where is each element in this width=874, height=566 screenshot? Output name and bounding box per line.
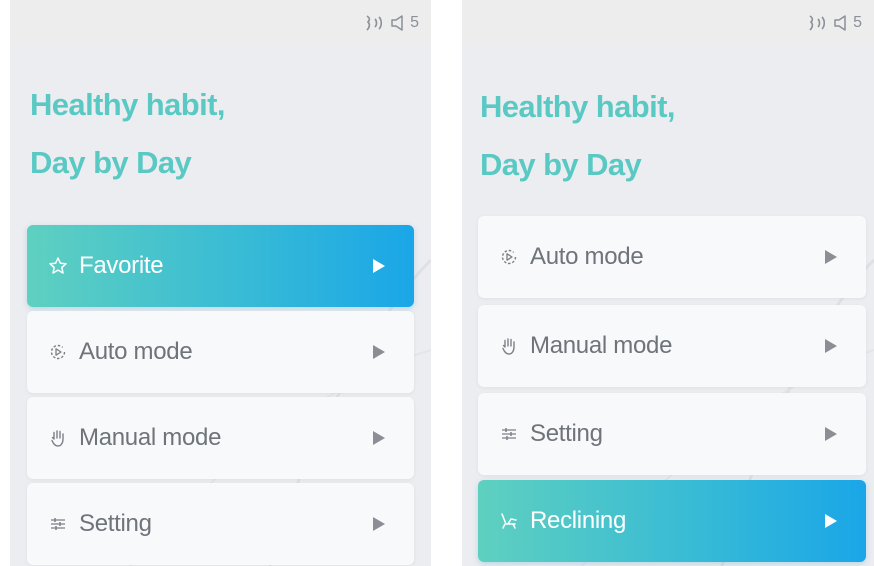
voice-wave-icon[interactable]: [807, 14, 829, 32]
headline-line2: Day by Day: [30, 145, 192, 180]
menu-item-favorite[interactable]: Favorite: [27, 225, 414, 307]
menu-item-setting[interactable]: Setting: [478, 393, 866, 475]
headline: Healthy habit, Day by Day: [480, 78, 675, 194]
headline-line1: Healthy habit,: [480, 89, 675, 124]
status-bar: 5: [462, 0, 874, 46]
status-icons: 5: [807, 14, 862, 32]
menu-item-auto-mode[interactable]: Auto mode: [27, 311, 414, 393]
play-arrow-icon: [372, 516, 386, 532]
headline-line2: Day by Day: [480, 147, 642, 182]
menu-item-label: Setting: [79, 510, 152, 537]
menu-item-label: Auto mode: [530, 243, 644, 270]
volume-level: 5: [410, 14, 419, 31]
headline: Healthy habit, Day by Day: [30, 76, 225, 192]
menu-item-manual-mode[interactable]: Manual mode: [478, 305, 866, 387]
recline-icon: [498, 510, 520, 532]
right-screen: 5 Healthy habit, Day by Day Auto mode Ma…: [462, 0, 874, 566]
play-arrow-icon: [372, 430, 386, 446]
headline-line1: Healthy habit,: [30, 87, 225, 122]
menu-item-label: Manual mode: [530, 332, 673, 359]
play-arrow-icon: [824, 249, 838, 265]
play-arrow-icon: [824, 426, 838, 442]
voice-wave-icon[interactable]: [364, 14, 386, 32]
speaker-icon[interactable]: [390, 14, 406, 32]
menu-item-reclining[interactable]: Reclining: [478, 480, 866, 562]
play-arrow-icon: [372, 344, 386, 360]
volume-level: 5: [853, 14, 862, 31]
status-bar: 5: [10, 0, 431, 46]
speaker-icon[interactable]: [833, 14, 849, 32]
play-arrow-icon: [824, 513, 838, 529]
status-icons: 5: [364, 14, 419, 32]
menu-item-label: Manual mode: [79, 424, 222, 451]
sliders-icon: [47, 513, 69, 535]
sliders-icon: [498, 423, 520, 445]
auto-play-icon: [498, 246, 520, 268]
hand-icon: [47, 427, 69, 449]
star-icon: [47, 255, 69, 277]
menu-item-label: Favorite: [79, 252, 164, 279]
play-arrow-icon: [372, 258, 386, 274]
menu-item-setting[interactable]: Setting: [27, 483, 414, 565]
left-screen: 5 Healthy habit, Day by Day Favorite Aut…: [10, 0, 431, 566]
auto-play-icon: [47, 341, 69, 363]
play-arrow-icon: [824, 338, 838, 354]
hand-icon: [498, 335, 520, 357]
menu-item-label: Reclining: [530, 507, 627, 534]
menu-item-manual-mode[interactable]: Manual mode: [27, 397, 414, 479]
menu-item-auto-mode[interactable]: Auto mode: [478, 216, 866, 298]
menu-item-label: Setting: [530, 420, 603, 447]
menu-item-label: Auto mode: [79, 338, 193, 365]
